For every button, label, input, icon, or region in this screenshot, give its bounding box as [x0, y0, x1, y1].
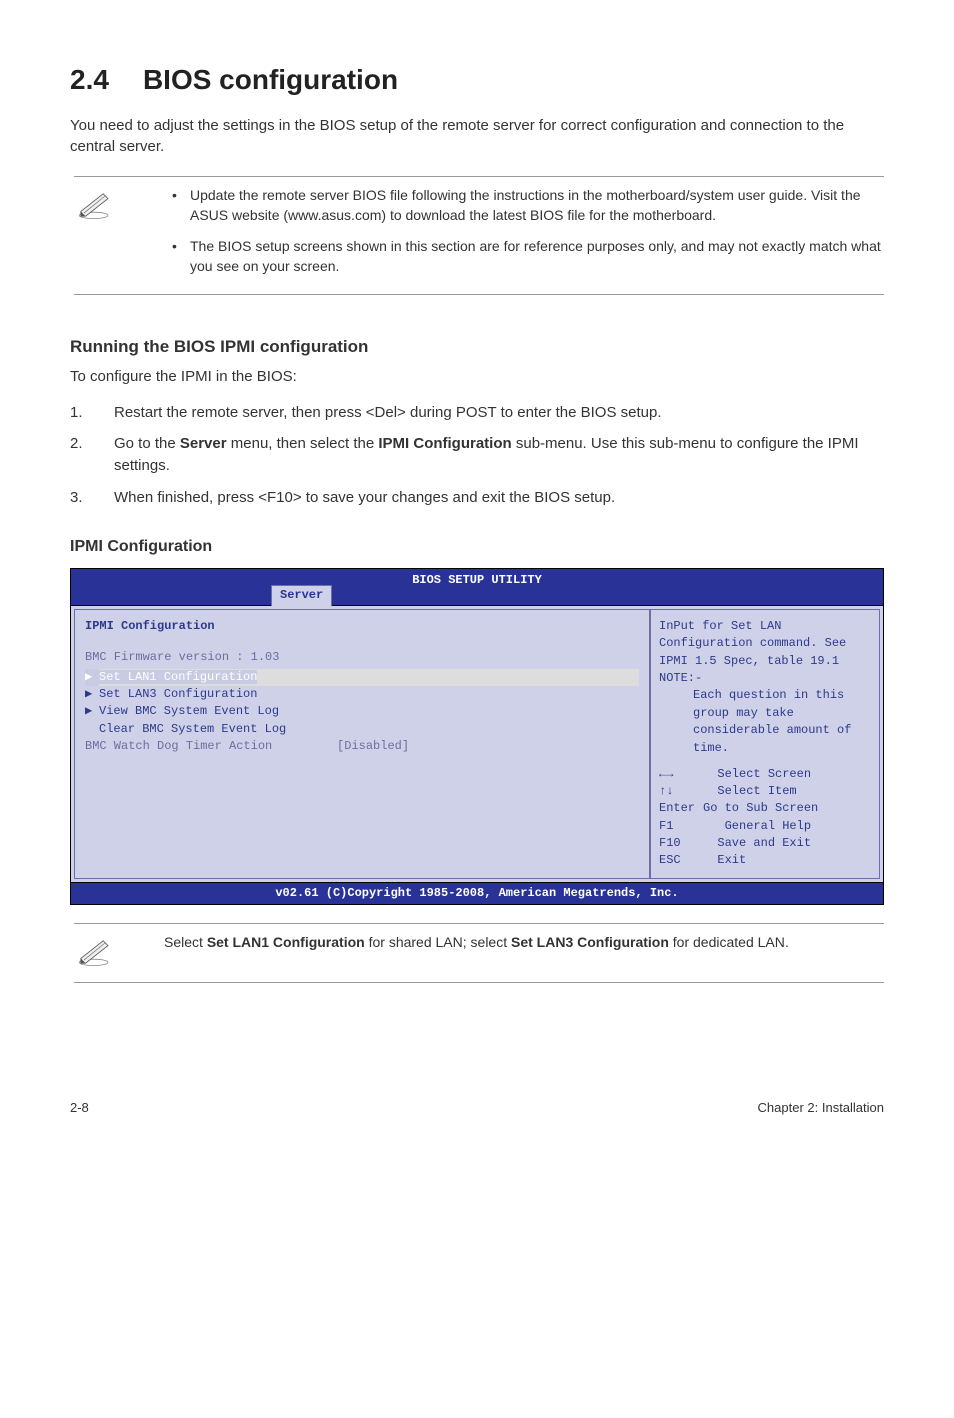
note-item: Update the remote server BIOS file follo…	[164, 185, 884, 226]
bmc-firmware-line: BMC Firmware version : 1.03	[85, 649, 639, 666]
bios-left-pane: IPMI Configuration BMC Firmware version …	[74, 609, 650, 879]
help-note-label: NOTE:-	[659, 670, 871, 687]
step-item: Go to the Server menu, then select the I…	[70, 433, 884, 477]
bios-nav-legend: ←→ Select Screen ↑↓ Select Item EnterGo …	[659, 766, 871, 870]
section-title-text: BIOS configuration	[143, 64, 398, 95]
menu-item-watchdog[interactable]: BMC Watch Dog Timer Action [Disabled]	[85, 738, 639, 755]
note-list: Update the remote server BIOS file follo…	[164, 185, 884, 286]
page-footer: 2-8 Chapter 2: Installation	[70, 1093, 884, 1118]
bios-tab-server[interactable]: Server	[271, 585, 332, 605]
menu-label: Set LAN3 Configuration	[99, 687, 257, 701]
nav-f10-text: Save and Exit	[717, 836, 811, 850]
nb-prefix: Select	[164, 934, 207, 950]
nav-enter-text: Go to Sub Screen	[703, 801, 818, 815]
nav-key-f10: F10	[659, 835, 703, 852]
bios-config-title: IPMI Configuration	[85, 618, 639, 635]
section-intro: You need to adjust the settings in the B…	[70, 115, 884, 159]
help-text: InPut for Set LAN Configuration command.…	[659, 618, 871, 670]
arrows-lr-icon: ←→	[659, 766, 703, 783]
nav-select-item: Select Item	[717, 784, 796, 798]
subsection-heading: Running the BIOS IPMI configuration	[70, 335, 884, 360]
nav-select-screen: Select Screen	[717, 767, 811, 781]
triangle-right-icon: ▶	[85, 686, 99, 703]
bios-help-pane: InPut for Set LAN Configuration command.…	[650, 609, 880, 879]
bios-screenshot: BIOS SETUP UTILITY Server IPMI Configura…	[70, 568, 884, 905]
nav-key-f1: F1	[659, 818, 703, 835]
menu-item-clear-log[interactable]: Clear BMC System Event Log	[85, 721, 639, 738]
watchdog-value: [Disabled]	[337, 739, 409, 753]
bios-copyright: v02.61 (C)Copyright 1985-2008, American …	[71, 882, 883, 904]
bios-utility-title: BIOS SETUP UTILITY	[71, 571, 883, 589]
note-block-bottom: Select Set LAN1 Configuration for shared…	[74, 923, 884, 982]
menu-item-set-lan1[interactable]: ▶Set LAN1 Configuration	[85, 669, 639, 686]
nav-f1-text: General Help	[725, 819, 811, 833]
step-item: Restart the remote server, then press <D…	[70, 402, 884, 424]
menu-label: Set LAN1 Configuration	[99, 670, 257, 684]
nb-suffix: for dedicated LAN.	[669, 934, 789, 950]
watchdog-label: BMC Watch Dog Timer Action	[85, 739, 272, 753]
page-number: 2-8	[70, 1099, 89, 1118]
menu-item-set-lan3[interactable]: ▶Set LAN3 Configuration	[85, 686, 639, 703]
steps-list: Restart the remote server, then press <D…	[70, 402, 884, 509]
pencil-icon	[74, 932, 164, 973]
subsection-intro: To configure the IPMI in the BIOS:	[70, 366, 884, 388]
note-block-top: Update the remote server BIOS file follo…	[74, 176, 884, 295]
help-note-body: Each question in this group may take con…	[659, 687, 871, 757]
nav-key-esc: ESC	[659, 852, 703, 869]
nav-key-enter: Enter	[659, 800, 703, 817]
note-item: The BIOS setup screens shown in this sec…	[164, 236, 884, 277]
triangle-right-icon: ▶	[85, 703, 99, 720]
menu-item-view-log[interactable]: ▶View BMC System Event Log	[85, 703, 639, 720]
section-heading: 2.4 BIOS configuration	[70, 60, 884, 101]
nb-mid: for shared LAN; select	[365, 934, 511, 950]
nav-esc-text: Exit	[717, 853, 746, 867]
arrows-ud-icon: ↑↓	[659, 783, 703, 800]
triangle-right-icon: ▶	[85, 669, 99, 686]
nb-bold2: Set LAN3 Configuration	[511, 934, 669, 950]
ipmi-config-title: IPMI Configuration	[70, 535, 884, 558]
chapter-label: Chapter 2: Installation	[758, 1099, 884, 1118]
section-number: 2.4	[70, 60, 109, 101]
nb-bold1: Set LAN1 Configuration	[207, 934, 365, 950]
pencil-icon	[74, 185, 164, 286]
note-bottom-text: Select Set LAN1 Configuration for shared…	[164, 932, 884, 973]
step-item: When finished, press <F10> to save your …	[70, 487, 884, 509]
menu-label: View BMC System Event Log	[99, 704, 279, 718]
bios-title-bar: BIOS SETUP UTILITY Server	[71, 569, 883, 605]
